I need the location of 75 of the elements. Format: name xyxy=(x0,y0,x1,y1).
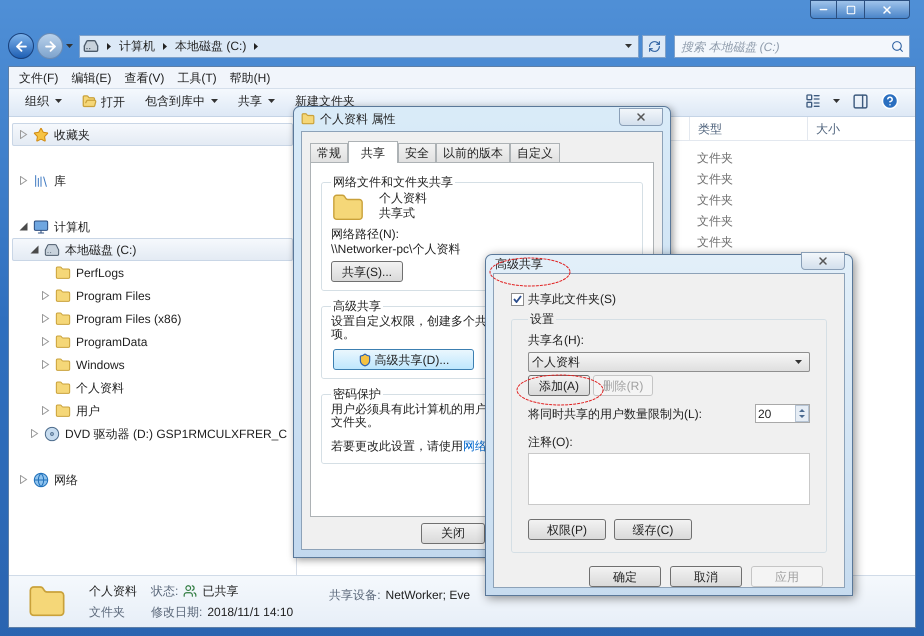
tree-item[interactable]: 计算机 xyxy=(12,215,293,238)
toolbar-menu-button[interactable]: 共享 xyxy=(238,94,275,108)
menu-item[interactable]: 帮助(H) xyxy=(224,68,276,86)
field-label: 共享设备: xyxy=(329,587,381,604)
tree-item[interactable]: 本地磁盘 (C:) xyxy=(12,238,293,261)
group-legend: 网络文件和文件夹共享 xyxy=(331,173,455,191)
tab[interactable]: 自定义 xyxy=(510,143,560,162)
dialog-button[interactable]: 取消 xyxy=(670,566,742,587)
description-text: 若要更改此设置，请使用 xyxy=(331,438,463,455)
caching-button[interactable]: 缓存(C) xyxy=(614,519,692,540)
table-cell-text: 文件夹 xyxy=(696,234,734,250)
tab[interactable]: 共享 xyxy=(348,141,398,163)
menu-item[interactable]: 编辑(E) xyxy=(65,68,118,86)
search-field[interactable]: 搜索 本地磁盘 (C:) xyxy=(674,35,910,58)
advanced-sharing-button[interactable]: 高级共享(D)... xyxy=(333,349,474,370)
tree-item[interactable]: 个人资料 xyxy=(12,376,293,399)
breadcrumb[interactable]: 本地磁盘 (C:) xyxy=(175,37,246,55)
address-bar[interactable]: 计算机 本地磁盘 (C:) xyxy=(79,34,639,58)
tree-item[interactable]: Windows xyxy=(12,353,293,376)
permissions-button[interactable]: 权限(P) xyxy=(528,519,606,540)
menu-item[interactable]: 查看(V) xyxy=(118,68,170,86)
user-limit-spinner[interactable]: 20 xyxy=(755,404,810,423)
tab[interactable]: 以前的版本 xyxy=(436,143,510,162)
tree-item[interactable]: DVD 驱动器 (D:) GSP1RMCULXFRER_C xyxy=(12,422,293,445)
toolbar-button[interactable]: 打开 xyxy=(82,94,125,109)
tree-item[interactable]: PerfLogs xyxy=(12,261,293,284)
network-link[interactable]: 网络 xyxy=(463,437,487,455)
network-path: \\Networker-pc\个人资料 xyxy=(331,242,462,257)
field-label: 将同时共享的用户数量限制为(L): xyxy=(528,406,702,422)
tree-item[interactable]: ProgramData xyxy=(12,330,293,353)
tree-item[interactable]: 收藏夹 xyxy=(12,123,293,146)
tree-item[interactable]: 网络 xyxy=(12,468,293,491)
group-legend: 高级共享 xyxy=(331,297,383,315)
menu-item[interactable]: 工具(T) xyxy=(171,68,223,86)
item-type: 文件夹 xyxy=(89,604,126,621)
column-header[interactable]: 类型 xyxy=(689,117,807,140)
group-legend: 设置 xyxy=(528,310,556,328)
description-text: 文件夹。 xyxy=(331,416,379,429)
column-header[interactable]: 大小 xyxy=(807,117,915,140)
field-value: 已共享 xyxy=(202,583,238,600)
path-label: 网络路径(N): xyxy=(331,227,400,242)
toolbar-button[interactable]: 新建文件夹 xyxy=(295,94,355,108)
tree-item[interactable]: Program Files (x86) xyxy=(12,307,293,330)
item-name: 个人资料 xyxy=(89,583,137,600)
table-cell-text: 文件夹 xyxy=(696,212,734,230)
tab[interactable]: 安全 xyxy=(398,143,436,162)
tab[interactable]: 常规 xyxy=(310,143,348,162)
tree-item[interactable]: 库 xyxy=(12,169,293,192)
table-cell-text: 文件夹 xyxy=(696,150,734,166)
dialog-button[interactable]: 确定 xyxy=(589,566,661,587)
share-button[interactable]: 共享(S)... xyxy=(331,261,403,282)
tree-item[interactable]: Program Files xyxy=(12,284,293,307)
field-label: 共享名(H): xyxy=(528,332,585,349)
share-name-dropdown[interactable]: 个人资料 xyxy=(528,352,810,372)
field-label: 修改日期: xyxy=(151,604,202,621)
breadcrumb[interactable]: 计算机 xyxy=(119,37,155,55)
menu-item[interactable]: 文件(F) xyxy=(13,68,64,86)
toolbar-menu-button[interactable]: 包含到库中 xyxy=(145,94,218,108)
field-value: NetWorker; Eve xyxy=(386,587,470,604)
add-button[interactable]: 添加(A) xyxy=(528,375,590,396)
field-value: 2018/11/1 14:10 xyxy=(207,604,294,621)
close-dialog-button[interactable]: 关闭 xyxy=(421,522,485,544)
table-cell-text: 文件夹 xyxy=(696,192,734,208)
group-legend: 密码保护 xyxy=(331,385,383,403)
folder-name: 个人资料 xyxy=(379,191,427,206)
toolbar-menu-button[interactable]: 组织 xyxy=(25,94,62,108)
share-state: 共享式 xyxy=(379,206,416,221)
description-text: 项。 xyxy=(331,328,355,341)
field-label: 状态: xyxy=(151,583,178,600)
dialog-title: 高级共享 xyxy=(495,256,543,273)
checkbox-label: 共享此文件夹(S) xyxy=(528,291,616,308)
tree-item[interactable]: 用户 xyxy=(12,399,293,422)
dialog-title: 个人资料 属性 xyxy=(320,111,396,128)
table-cell-text: 文件夹 xyxy=(696,170,734,188)
field-label: 注释(O): xyxy=(528,434,574,451)
